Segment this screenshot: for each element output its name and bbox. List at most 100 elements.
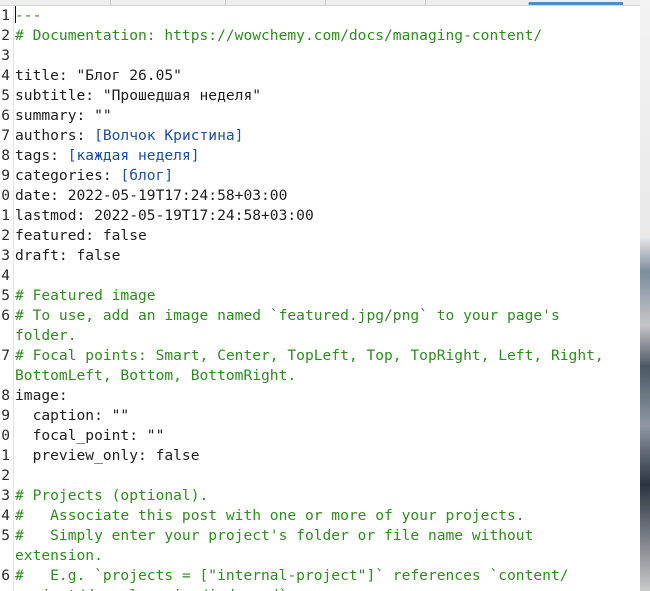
code-line[interactable]: 1 lastmod: 2022-05-19T17:24:58+03:00 — [0, 206, 640, 226]
line-number: 8 — [1, 387, 10, 404]
line-text: BottomLeft, Bottom, BottomRight. — [15, 366, 640, 386]
code-line[interactable]: 0 date: 2022-05-19T17:24:58+03:00 — [0, 186, 640, 206]
list-value: [блог] — [120, 167, 174, 184]
comment-text: # Projects (optional). — [15, 487, 209, 504]
line-text: summary: "" — [15, 106, 640, 126]
editor-tab[interactable] — [110, 0, 226, 5]
code-line[interactable]: 2 # Documentation: https://wowchemy.com/d… — [0, 26, 640, 46]
code-line[interactable]: 8 tags: [каждая неделя] — [0, 146, 640, 166]
list-value: [каждая неделя] — [67, 147, 200, 164]
line-number: 5 — [1, 287, 10, 304]
editor-tab[interactable] — [225, 0, 326, 5]
code-line[interactable]: 6 summary: "" — [0, 106, 640, 126]
line-number: 7 — [1, 127, 10, 144]
line-text: # E.g. `projects = ["internal-project"]`… — [15, 566, 640, 586]
line-number: 6 — [1, 567, 10, 584]
line-number: 4 — [1, 507, 10, 524]
line-text: # Focal points: Smart, Center, TopLeft, … — [15, 346, 640, 366]
line-text: # Simply enter your project's folder or … — [15, 526, 640, 546]
yaml-text: date: 2022-05-19T17:24:58+03:00 — [15, 187, 288, 204]
line-text: # To use, add an image named `featured.j… — [15, 306, 640, 326]
code-line[interactable]: folder. — [0, 326, 640, 346]
code-line[interactable]: 0 focal_point: "" — [0, 426, 640, 446]
code-line[interactable]: 9 caption: "" — [0, 406, 640, 426]
editor-tab[interactable] — [425, 0, 526, 5]
code-line[interactable]: 8 image: — [0, 386, 640, 406]
line-number: 1 — [1, 447, 10, 464]
line-number: 3 — [1, 47, 10, 64]
code-line[interactable]: 4 — [0, 266, 640, 286]
line-text: title: "Блог 26.05" — [15, 66, 640, 86]
comment-text: # Associate this post with one or more o… — [15, 507, 525, 524]
line-number: 9 — [1, 407, 10, 424]
line-text: draft: false — [15, 246, 640, 266]
code-lines[interactable]: 1 --- 2 # Documentation: https://wowchemy.c… — [0, 6, 640, 591]
text-editor[interactable]: 1 --- 2 # Documentation: https://wowchemy.c… — [0, 6, 640, 591]
code-line[interactable]: 4 title: "Блог 26.05" — [0, 66, 640, 86]
code-line[interactable]: 9 categories: [блог] — [0, 166, 640, 186]
comment-text: # Simply enter your project's folder or … — [15, 527, 534, 544]
line-number: 0 — [1, 187, 10, 204]
code-line[interactable]: 6 # To use, add an image named `featured.… — [0, 306, 640, 326]
editor-tab-active[interactable] — [528, 2, 623, 5]
yaml-text: focal_point: "" — [15, 427, 165, 444]
yaml-text: lastmod: 2022-05-19T17:24:58+03:00 — [15, 207, 314, 224]
line-number: 8 — [1, 147, 10, 164]
code-line[interactable]: 7 # Focal points: Smart, Center, TopLeft,… — [0, 346, 640, 366]
line-text: tags: [каждая неделя] — [15, 146, 640, 166]
yaml-text: image: — [15, 387, 68, 404]
code-line[interactable]: 5 # Featured image — [0, 286, 640, 306]
line-text: folder. — [15, 326, 640, 346]
line-number: 5 — [1, 527, 10, 544]
yaml-text: summary: "" — [15, 107, 112, 124]
line-text: # Projects (optional). — [15, 486, 640, 506]
code-line[interactable]: 1 preview_only: false — [0, 446, 640, 466]
code-line[interactable]: project/deep-learning/index.md`. — [0, 586, 640, 591]
code-line[interactable]: extension. — [0, 546, 640, 566]
yaml-text: title: "Блог 26.05" — [15, 67, 182, 84]
code-line[interactable]: 2 featured: false — [0, 226, 640, 246]
line-text: project/deep-learning/index.md`. — [15, 586, 640, 591]
yaml-text: featured: false — [15, 227, 147, 244]
comment-text: project/deep-learning/index.md`. — [15, 587, 296, 591]
comment-text: # To use, add an image named `featured.j… — [15, 307, 560, 324]
code-line[interactable]: 4 # Associate this post with one or more … — [0, 506, 640, 526]
code-line[interactable]: 2 — [0, 466, 640, 486]
line-number: 3 — [1, 247, 10, 264]
line-text: featured: false — [15, 226, 640, 246]
line-text: date: 2022-05-19T17:24:58+03:00 — [15, 186, 640, 206]
line-number: 4 — [1, 267, 10, 284]
code-line[interactable]: 3 draft: false — [0, 246, 640, 266]
line-number: 9 — [1, 167, 10, 184]
line-text: authors: [Волчок Кристина] — [15, 126, 640, 146]
code-line[interactable]: 3 — [0, 46, 640, 66]
yaml-text: draft: false — [15, 247, 121, 264]
line-text: lastmod: 2022-05-19T17:24:58+03:00 — [15, 206, 640, 226]
line-text: categories: [блог] — [15, 166, 640, 186]
line-number: 6 — [1, 107, 10, 124]
editor-tab[interactable] — [325, 0, 426, 5]
code-line[interactable]: BottomLeft, Bottom, BottomRight. — [0, 366, 640, 386]
line-number: 2 — [1, 27, 10, 44]
line-number: 3 — [1, 487, 10, 504]
list-value: [Волчок Кристина] — [94, 127, 244, 144]
code-line[interactable]: 3 # Projects (optional). — [0, 486, 640, 506]
code-line[interactable]: 5 # Simply enter your project's folder or… — [0, 526, 640, 546]
comment-text: # Featured image — [15, 287, 156, 304]
comment-text: --- — [15, 7, 42, 24]
line-text: --- — [15, 6, 640, 26]
comment-text: # E.g. `projects = ["internal-project"]`… — [15, 567, 569, 584]
code-line[interactable]: 5 subtitle: "Прошедшая неделя" — [0, 86, 640, 106]
line-number: 7 — [1, 347, 10, 364]
code-line[interactable]: 1 --- — [0, 6, 640, 26]
line-number: 2 — [1, 227, 10, 244]
line-number: 1 — [1, 207, 10, 224]
line-text: extension. — [15, 546, 640, 566]
code-line[interactable]: 7 authors: [Волчок Кристина] — [0, 126, 640, 146]
line-text: image: — [15, 386, 640, 406]
line-number: 0 — [1, 427, 10, 444]
comment-text: # Documentation: https://wowchemy.com/do… — [15, 27, 543, 44]
code-line[interactable]: 6 # E.g. `projects = ["internal-project"]… — [0, 566, 640, 586]
comment-text: extension. — [15, 547, 103, 564]
line-text: # Associate this post with one or more o… — [15, 506, 640, 526]
